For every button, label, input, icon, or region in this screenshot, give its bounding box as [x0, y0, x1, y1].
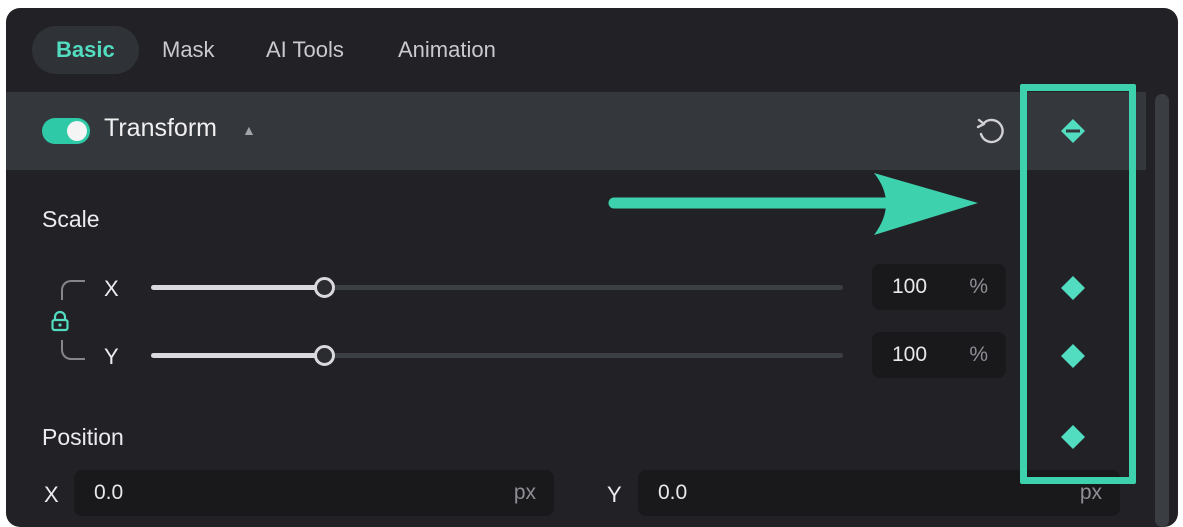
scale-y-slider[interactable] — [151, 340, 843, 370]
scrollbar[interactable] — [1155, 94, 1169, 527]
keyframe-highlight-box — [1020, 84, 1136, 484]
position-x-value[interactable]: 0.0 — [94, 481, 123, 505]
position-x-unit: px — [513, 481, 536, 504]
scale-x-unit: % — [969, 275, 988, 298]
tab-ai-tools[interactable]: AI Tools — [242, 26, 368, 74]
scale-y-input: 100 % — [872, 332, 1006, 378]
caret-up-icon[interactable]: ▲ — [242, 122, 256, 138]
lock-bracket-top — [61, 280, 85, 300]
transform-toggle[interactable] — [42, 118, 90, 144]
scale-x-value[interactable]: 100 — [892, 275, 927, 299]
slider-fill — [151, 353, 324, 358]
position-y-unit: px — [1079, 481, 1102, 504]
scale-label: Scale — [42, 206, 100, 232]
slider-thumb[interactable] — [314, 277, 335, 298]
scale-x-input: 100 % — [872, 264, 1006, 310]
toggle-knob — [67, 121, 87, 141]
scale-y-value[interactable]: 100 — [892, 343, 927, 367]
reset-icon[interactable] — [974, 114, 1008, 148]
lock-icon[interactable] — [50, 310, 70, 332]
tab-bar: Basic Mask AI Tools Animation — [6, 8, 1178, 92]
scale-y-label: Y — [104, 344, 119, 369]
scale-y-unit: % — [969, 343, 988, 366]
tab-animation[interactable]: Animation — [374, 26, 520, 74]
lock-bracket-bottom — [61, 340, 85, 360]
scale-x-label: X — [104, 276, 119, 301]
position-label: Position — [42, 424, 124, 450]
arrow-right-icon — [608, 173, 978, 235]
slider-thumb[interactable] — [314, 345, 335, 366]
position-x-input: 0.0 px — [74, 470, 554, 516]
transform-title: Transform — [104, 114, 217, 142]
tab-mask[interactable]: Mask — [138, 26, 239, 74]
tab-basic[interactable]: Basic — [32, 26, 139, 74]
scale-x-slider[interactable] — [151, 272, 843, 302]
position-y-value[interactable]: 0.0 — [658, 481, 687, 505]
transform-section-header: Transform ▲ — [6, 92, 1146, 170]
position-x-label: X — [44, 482, 59, 507]
properties-panel: Basic Mask AI Tools Animation Transform … — [6, 8, 1178, 527]
slider-fill — [151, 285, 324, 290]
position-y-label: Y — [607, 482, 622, 507]
